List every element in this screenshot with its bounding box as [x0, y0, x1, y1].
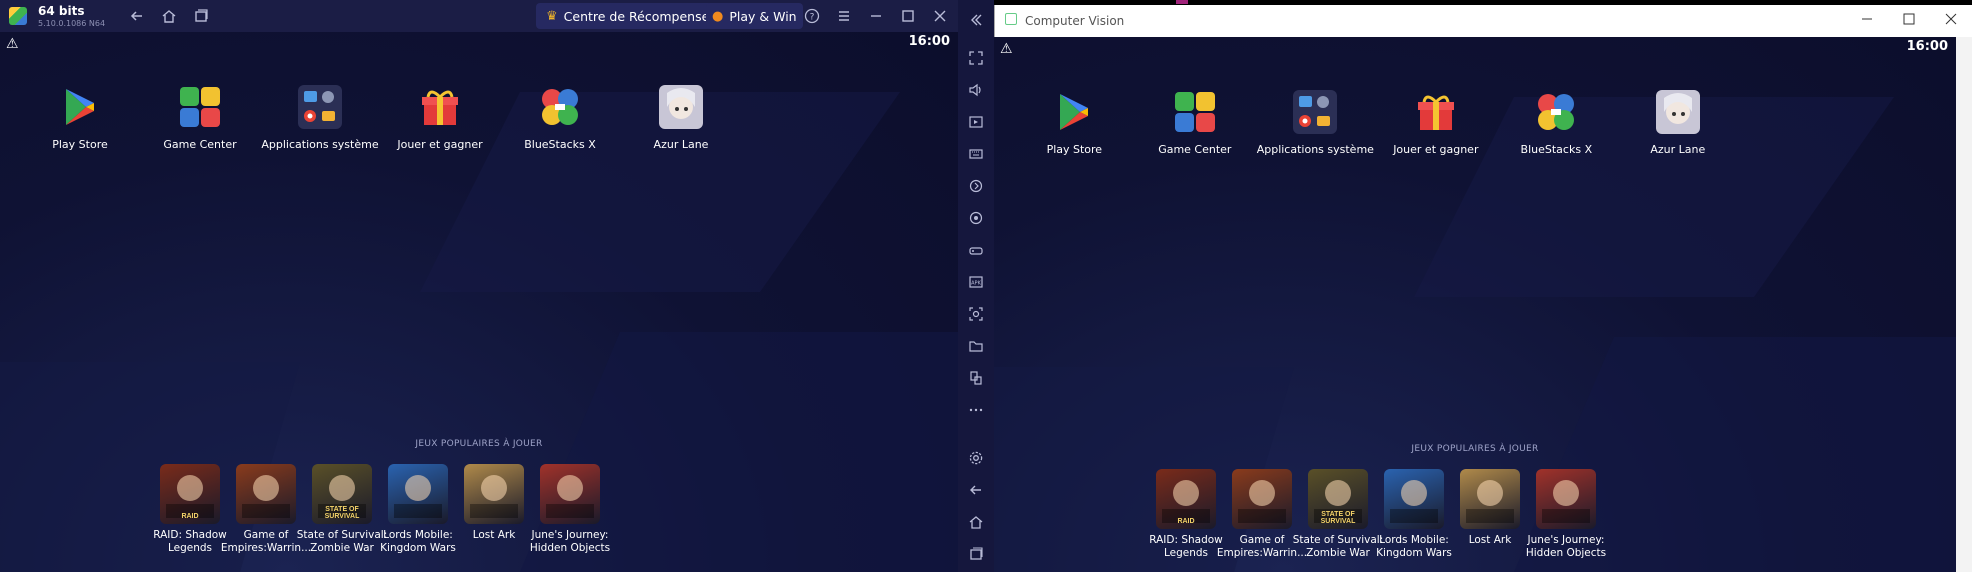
fullscreen-icon[interactable]	[964, 46, 988, 70]
crown-icon: ♛	[546, 8, 558, 24]
app-label: Azur Lane	[1650, 143, 1706, 156]
keyboard-icon[interactable]	[964, 142, 988, 166]
game-icon-text: RAID	[1177, 518, 1195, 525]
bluestacks-x-icon	[1531, 87, 1581, 137]
gift-icon	[1411, 87, 1461, 137]
app-azur-lane[interactable]: Azur Lane	[606, 82, 756, 151]
warning-icon: ⚠	[6, 35, 19, 51]
game-label-line2: Hidden Objects	[1525, 547, 1607, 559]
coin-icon: ●	[712, 8, 724, 24]
cv-scroll-edge	[1956, 37, 1972, 572]
recent-apps-icon[interactable]	[964, 542, 988, 566]
game-label-line2: Kingdom Wars	[380, 542, 456, 554]
maximize-icon[interactable]	[896, 4, 920, 28]
cv-title-bar: Computer Vision	[995, 5, 1972, 37]
game-icon	[236, 464, 296, 524]
game-icon-text: STATE OF SURVIVAL	[324, 506, 360, 520]
desktop: 64 bits 5.10.0.1086 N64 ♛ Centre de Récom…	[0, 0, 1972, 572]
settings-icon[interactable]	[964, 446, 988, 470]
game-icon: RAID	[1156, 469, 1216, 529]
system-apps-icon	[295, 82, 345, 132]
game-label-line2: Kingdom Wars	[1376, 547, 1452, 559]
android-home-icon[interactable]	[964, 510, 988, 534]
multi-instance-manager-icon[interactable]	[964, 366, 988, 390]
back-icon[interactable]	[125, 4, 149, 28]
app-title: 64 bits 5.10.0.1086 N64	[38, 5, 105, 28]
media-manager-icon[interactable]	[964, 110, 988, 134]
app-title-text: 64 bits	[38, 3, 85, 18]
cv-window-title: Computer Vision	[1025, 14, 1125, 28]
game-center-icon	[175, 82, 225, 132]
system-apps-icon	[1290, 87, 1340, 137]
reward-center-button[interactable]: ♛ Centre de Récompense	[536, 3, 720, 29]
game-icon-text: STATE OF SURVIVAL	[1320, 511, 1356, 525]
play-win-label: Play & Win	[729, 8, 797, 24]
cv-minimize-icon[interactable]	[1855, 7, 1879, 31]
app-label: Azur Lane	[653, 138, 709, 151]
game-label-line1: June's Journey:	[531, 529, 609, 541]
sync-icon[interactable]	[964, 206, 988, 230]
game-icon: STATE OF SURVIVAL	[1308, 469, 1368, 529]
azur-lane-icon	[656, 82, 706, 132]
play-win-button[interactable]: ● Play & Win	[706, 3, 803, 29]
collapse-sidebar-icon[interactable]	[964, 8, 988, 32]
app-version: 5.10.0.1086 N64	[38, 18, 106, 28]
game-controls-icon[interactable]	[964, 238, 988, 262]
azur-lane-icon	[1653, 87, 1703, 137]
svg-text:APK: APK	[971, 281, 981, 287]
game-icon-text: RAID	[181, 513, 199, 520]
game-icon	[1536, 469, 1596, 529]
taskbar-accent	[1176, 0, 1188, 4]
apk-install-icon[interactable]: APK	[964, 270, 988, 294]
bluestacks-title-bar: 64 bits 5.10.0.1086 N64 ♛ Centre de Récom…	[0, 0, 994, 32]
help-icon[interactable]: ?	[800, 4, 824, 28]
popular-game[interactable]: June's Journey: Hidden Objects	[1518, 469, 1614, 560]
cv-window-icon	[1005, 13, 1017, 25]
folder-icon[interactable]	[964, 334, 988, 358]
close-icon[interactable]	[928, 4, 952, 28]
bluestacks-side-toolbar: APK	[958, 0, 994, 572]
play-store-icon	[55, 82, 105, 132]
reward-center-label: Centre de Récompense	[563, 8, 710, 24]
gift-icon	[415, 82, 465, 132]
android-back-icon[interactable]	[964, 478, 988, 502]
popular-game[interactable]: June's Journey: Hidden Objects	[522, 464, 618, 555]
game-label: June's Journey: Hidden Objects	[522, 529, 618, 555]
status-clock: 16:00	[1906, 39, 1948, 54]
svg-text:?: ?	[810, 13, 815, 23]
android-home-screen: ⚠ 16:00 Play Store Game Center Application…	[0, 32, 958, 572]
app-azur-lane[interactable]: Azur Lane	[1603, 87, 1753, 156]
cv-maximize-icon[interactable]	[1897, 7, 1921, 31]
game-icon	[388, 464, 448, 524]
play-store-icon	[1049, 87, 1099, 137]
game-label-line2: Hidden Objects	[529, 542, 611, 554]
game-label: June's Journey: Hidden Objects	[1518, 534, 1614, 560]
more-icon[interactable]	[964, 398, 988, 422]
popular-games-title: JEUX POPULAIRES À JOUER	[1411, 444, 1539, 454]
screenshot-icon[interactable]	[964, 302, 988, 326]
volume-icon[interactable]	[964, 78, 988, 102]
game-icon	[1232, 469, 1292, 529]
warning-icon: ⚠	[1000, 40, 1013, 56]
cv-mirrored-screen: ⚠ 16:00 Play Store Game Center Application…	[994, 37, 1956, 572]
game-icon	[464, 464, 524, 524]
menu-icon[interactable]	[832, 4, 856, 28]
macro-icon[interactable]	[964, 174, 988, 198]
game-icon	[1384, 469, 1444, 529]
bluestacks-x-icon	[535, 82, 585, 132]
bluestacks-logo-icon	[9, 7, 27, 25]
game-icon	[540, 464, 600, 524]
multi-instance-icon[interactable]	[189, 4, 213, 28]
cv-close-icon[interactable]	[1939, 7, 1963, 31]
game-icon: STATE OF SURVIVAL	[312, 464, 372, 524]
home-icon[interactable]	[157, 4, 181, 28]
minimize-icon[interactable]	[864, 4, 888, 28]
game-icon	[1460, 469, 1520, 529]
game-label-line1: June's Journey:	[1527, 534, 1605, 546]
status-clock: 16:00	[908, 34, 950, 49]
popular-games-title: JEUX POPULAIRES À JOUER	[415, 439, 543, 449]
game-icon: RAID	[160, 464, 220, 524]
game-center-icon	[1170, 87, 1220, 137]
